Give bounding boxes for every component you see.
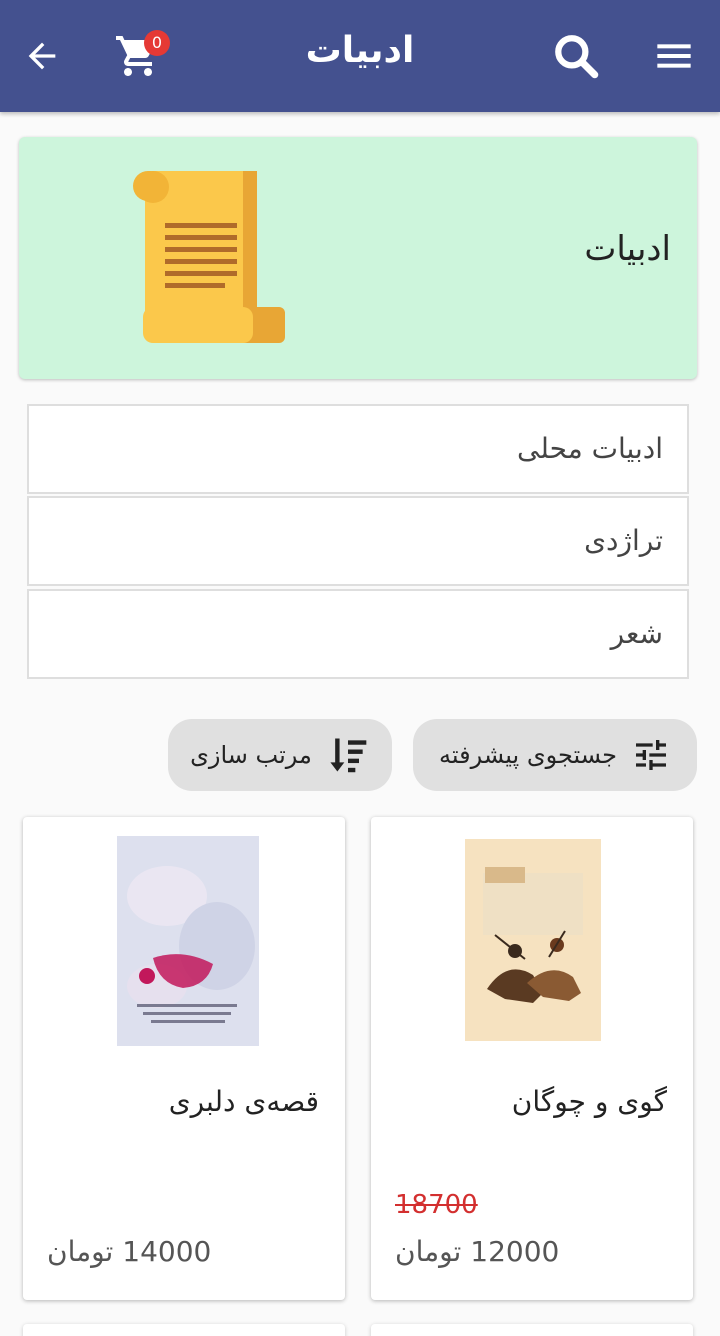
category-header-card: ادبیات [19, 137, 697, 379]
sort-label: مرتب سازی [190, 741, 312, 769]
subcategory-label: ادبیات محلی [517, 432, 663, 465]
product-card[interactable]: گوی و چوگان 18700 12000 تومان [371, 817, 693, 1300]
product-price: 14000 تومان [47, 1235, 212, 1268]
sliders-icon [635, 740, 666, 770]
sort-button[interactable]: مرتب سازی [168, 719, 392, 791]
scroll-icon [133, 171, 285, 343]
product-card-partial[interactable] [371, 1324, 693, 1336]
subcategory-item[interactable]: تراژدی [27, 496, 689, 586]
app-bar: 0 ادبیات [0, 0, 720, 112]
menu-button[interactable] [642, 24, 706, 88]
book-cover-image [117, 836, 259, 1046]
subcategory-label: شعر [610, 617, 663, 650]
category-title: ادبیات [584, 229, 671, 269]
product-card-partial[interactable] [23, 1324, 345, 1336]
product-card[interactable]: قصه‌ی دلبری 14000 تومان [23, 817, 345, 1300]
advanced-search-label: جستجوی پیشرفته [439, 741, 617, 769]
subcategory-label: تراژدی [584, 524, 663, 557]
product-name: قصه‌ی دلبری [168, 1085, 319, 1118]
search-button[interactable] [544, 24, 608, 88]
menu-icon [657, 44, 691, 68]
search-icon [555, 35, 599, 79]
page-title: ادبیات [305, 30, 415, 71]
product-name: گوی و چوگان [511, 1085, 667, 1118]
product-old-price: 18700 [395, 1190, 478, 1220]
sort-icon [330, 738, 367, 773]
subcategory-item[interactable]: شعر [27, 589, 689, 679]
book-cover-image [465, 839, 601, 1041]
subcategory-item[interactable]: ادبیات محلی [27, 404, 689, 494]
advanced-search-button[interactable]: جستجوی پیشرفته [413, 719, 697, 791]
product-price: 12000 تومان [395, 1235, 560, 1268]
